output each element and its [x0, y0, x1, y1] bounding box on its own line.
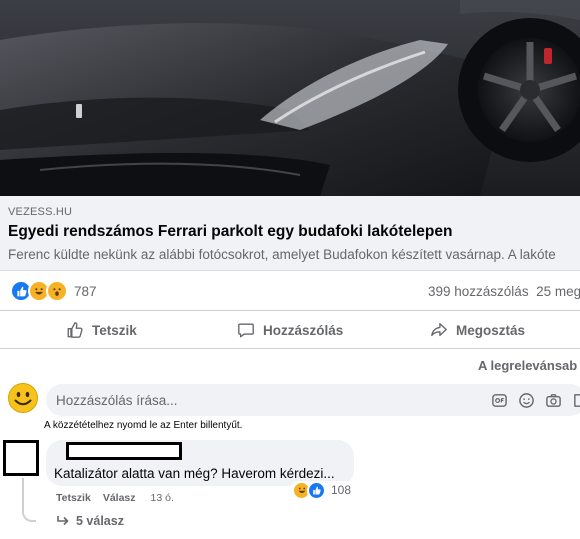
commenter-name-redacted[interactable] — [66, 442, 182, 460]
comment-label: Hozzászólás — [263, 322, 344, 338]
comment-meta: Tetszik Válasz 13 ó. — [56, 492, 174, 504]
comment-text: Katalizátor alatta van még? Haverom kérd… — [54, 466, 335, 481]
ferrari-photo — [0, 0, 580, 196]
avatar[interactable] — [8, 383, 38, 413]
replies-count-label: 5 válasz — [76, 514, 124, 528]
comment-button[interactable]: Hozzászólás — [237, 312, 343, 348]
comment-bubble-icon — [238, 323, 254, 338]
post-image[interactable] — [0, 0, 580, 196]
comment-sort-dropdown[interactable]: A legrelevánsab — [478, 358, 577, 373]
comment-reaction-summary[interactable]: 108 — [290, 480, 355, 500]
emoji-icon[interactable] — [517, 391, 535, 409]
smiley-avatar-icon — [8, 383, 38, 413]
preview-title[interactable]: Egyedi rendszámos Ferrari parkolt egy bu… — [8, 223, 452, 241]
comment-input-placeholder: Hozzászólás írása... — [56, 393, 178, 408]
view-replies-link[interactable]: 5 válasz — [56, 514, 124, 528]
comment-like-link[interactable]: Tetszik — [56, 492, 91, 504]
preview-description: Ferenc küldte nekünk az alábbi fotócsokr… — [8, 247, 556, 262]
comment-reply-link[interactable]: Válasz — [103, 492, 136, 504]
reaction-count: 787 — [74, 283, 97, 299]
comment-count[interactable]: 399 hozzászólás — [428, 284, 529, 299]
comment-input-tools — [490, 391, 580, 409]
sticker-icon[interactable] — [571, 391, 580, 409]
comment-input[interactable]: Hozzászólás írása... — [46, 384, 580, 416]
comment-bubble: Katalizátor alatta van még? Haverom kérd… — [46, 440, 354, 486]
wow-icon — [46, 280, 68, 302]
reply-thread-line — [22, 478, 36, 522]
share-arrow-icon — [431, 323, 447, 337]
share-label: Megosztás — [456, 322, 526, 338]
like-label: Tetszik — [92, 322, 137, 338]
share-count[interactable]: 25 meg — [536, 284, 580, 299]
enter-hint: A közzétételhez nyomd le az Enter billen… — [44, 420, 243, 431]
like-button[interactable]: Tetszik — [66, 312, 137, 348]
share-button[interactable]: Megosztás — [430, 312, 525, 348]
post-actions: Tetszik Hozzászólás Megosztás — [0, 312, 580, 349]
preview-domain: VEZESS.HU — [8, 206, 73, 218]
camera-icon[interactable] — [544, 391, 562, 409]
reply-arrow-icon — [57, 516, 69, 526]
like-icon — [307, 480, 326, 500]
commenter-avatar[interactable] — [3, 440, 39, 476]
comment-reaction-count: 108 — [331, 483, 352, 497]
link-preview[interactable]: VEZESS.HU Egyedi rendszámos Ferrari park… — [0, 196, 580, 271]
gif-icon[interactable] — [490, 391, 508, 409]
comment-timestamp[interactable]: 13 ó. — [151, 492, 174, 504]
comment-share-counts[interactable]: 399 hozzászólás 25 meg — [428, 284, 580, 299]
reaction-summary[interactable]: 787 — [10, 280, 97, 302]
post-stats: 787 399 hozzászólás 25 meg — [0, 272, 580, 311]
thumbs-up-icon — [67, 322, 83, 338]
